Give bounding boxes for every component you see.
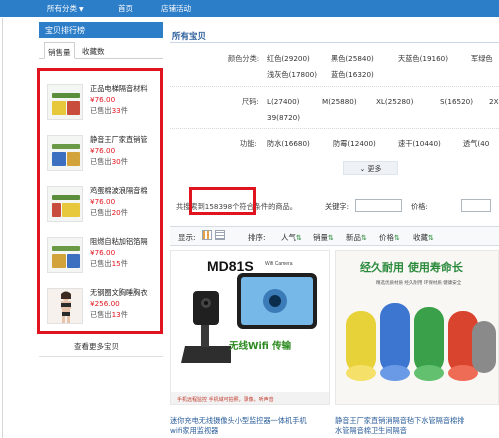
- price-min-input[interactable]: [461, 199, 491, 212]
- ranking-item-sold: 已售出20件: [90, 208, 128, 217]
- ranking-tabs: 销售量 收藏数: [39, 42, 163, 59]
- product-image-foam[interactable]: 经久耐用 使用寿命长 精选优质材质 经久耐用 环保材质 健康安全: [335, 250, 499, 405]
- filter-option-size[interactable]: M(25880): [322, 97, 357, 106]
- model-figure-icon: [61, 291, 71, 323]
- divider: [170, 128, 499, 129]
- product-image-camera[interactable]: MD81S Wifi Camera 无线Wifi 传输 手机远程监控 手机域可拍…: [170, 250, 330, 405]
- product-badge-text: Wifi Camera: [265, 261, 293, 267]
- ranking-item-price: ¥76.00: [90, 197, 116, 206]
- divider: [170, 86, 499, 87]
- ranking-item[interactable]: 鸡蛋棉波浪隔音棉 ¥76.00 已售出20件: [47, 186, 163, 236]
- ranking-item-title[interactable]: 无钢圈文胸睡胸衣: [90, 288, 154, 298]
- keyword-label: 关键字:: [325, 202, 349, 211]
- ranking-title: 宝贝排行榜: [39, 22, 163, 38]
- ranking-item-sold: 已售出33件: [90, 106, 128, 115]
- product-thumbnail[interactable]: [47, 288, 83, 324]
- ranking-item-sold: 已售出30件: [90, 157, 128, 166]
- color-filter-label: 颜色分类:: [228, 54, 260, 63]
- sort-arrow-icon: ⇅: [394, 234, 400, 242]
- divider: [39, 356, 163, 357]
- sort-popularity[interactable]: 人气⇅: [281, 232, 302, 243]
- filter-option-function[interactable]: 防水(16680): [267, 139, 310, 149]
- nav-all-categories[interactable]: 所有分类 ▼: [47, 3, 84, 14]
- view-more-link[interactable]: 查看更多宝贝: [74, 341, 119, 352]
- filter-option-function[interactable]: 透气(40: [463, 139, 489, 149]
- product-title-link[interactable]: 静音王厂家直销消隔音毡下水管隔音棉排 水管隔音棉卫生间隔音: [335, 416, 464, 436]
- sort-arrow-icon: ⇅: [296, 234, 302, 242]
- filter-option-color[interactable]: 浅灰色(17800): [267, 70, 317, 80]
- ranking-item-price: ¥76.00: [90, 95, 116, 104]
- filter-option-color[interactable]: 蓝色(16320): [331, 70, 374, 80]
- sort-label: 排序:: [248, 233, 266, 242]
- product-banner-text: 无线Wifi 传输: [228, 340, 292, 352]
- grid-view-icon[interactable]: [202, 230, 212, 240]
- sort-price[interactable]: 价格⇅: [379, 232, 400, 243]
- ranking-item[interactable]: 无钢圈文胸睡胸衣 ¥256.00 已售出13件: [47, 288, 163, 338]
- keyword-input[interactable]: [355, 199, 402, 212]
- product-thumbnail[interactable]: [47, 135, 83, 171]
- filter-option-size[interactable]: 39(8720): [267, 113, 300, 122]
- sort-arrow-icon: ⇅: [328, 234, 334, 242]
- sort-new[interactable]: 新品⇅: [346, 232, 367, 243]
- highlight-box-count: [189, 187, 256, 215]
- tab-sales[interactable]: 销售量: [44, 42, 75, 59]
- nav-shop-events[interactable]: 店铺活动: [161, 3, 191, 14]
- ranking-item-sold: 已售出15件: [90, 259, 128, 268]
- ranking-item[interactable]: 正品电梯隔音材料 ¥76.00 已售出33件: [47, 84, 163, 134]
- filter-option-color[interactable]: 天蓝色(19160): [398, 54, 448, 64]
- ranking-item-title[interactable]: 阻燃自粘加铝箔隔: [90, 237, 154, 247]
- filter-option-function[interactable]: 速干(10440): [398, 139, 441, 149]
- chevron-down-icon: ⌄: [359, 165, 366, 173]
- product-thumbnail[interactable]: [47, 84, 83, 120]
- product-headline-text: 经久耐用 使用寿命长: [360, 260, 464, 274]
- function-filter-label: 功能:: [240, 139, 257, 148]
- tab-favorites[interactable]: 收藏数: [79, 42, 108, 59]
- sort-favorites[interactable]: 收藏⇅: [413, 232, 434, 243]
- ranking-item[interactable]: 静音王厂家直销管 ¥76.00 已售出30件: [47, 135, 163, 185]
- ranking-item[interactable]: 阻燃自粘加铝箔隔 ¥76.00 已售出15件: [47, 237, 163, 287]
- display-label: 显示:: [178, 233, 196, 242]
- product-thumbnail[interactable]: [47, 186, 83, 222]
- filter-option-color[interactable]: 军绿色: [471, 54, 493, 64]
- more-filters-label: 更多: [367, 165, 382, 173]
- filter-option-color[interactable]: 黑色(25840): [331, 54, 374, 64]
- list-view-icon[interactable]: [215, 230, 225, 240]
- product-title-link[interactable]: 迷你充电无线摄像头小型监控器一体机手机 wifi家用监视器: [170, 416, 307, 436]
- product-sub-text: 精选优质材质 经久耐用 环保材质 健康安全: [376, 279, 462, 286]
- filter-option-size[interactable]: S(16520): [440, 97, 473, 106]
- filter-option-color[interactable]: 红色(29200): [267, 54, 310, 64]
- sort-arrow-icon: ⇅: [361, 234, 367, 242]
- sort-arrow-icon: ⇅: [428, 234, 434, 242]
- filter-option-size[interactable]: XL(25280): [376, 97, 413, 106]
- ranking-item-title[interactable]: 正品电梯隔音材料: [90, 84, 154, 94]
- divider: [170, 42, 499, 43]
- ranking-item-title[interactable]: 鸡蛋棉波浪隔音棉: [90, 186, 154, 196]
- filter-option-function[interactable]: 防霉(12400): [333, 139, 376, 149]
- price-label: 价格:: [411, 202, 428, 211]
- filter-option-size[interactable]: L(27400): [267, 97, 299, 106]
- chevron-down-icon: ▼: [79, 6, 84, 13]
- sort-sales[interactable]: 销量⇅: [313, 232, 334, 243]
- ranking-item-title[interactable]: 静音王厂家直销管: [90, 135, 154, 145]
- ranking-item-price: ¥256.00: [90, 299, 120, 308]
- ranking-item-sold: 已售出13件: [90, 310, 128, 319]
- ranking-item-price: ¥76.00: [90, 248, 116, 257]
- product-thumbnail[interactable]: [47, 237, 83, 273]
- size-filter-label: 尺码:: [242, 97, 259, 106]
- product-tagline-text: 手机远程监控 手机域可拍照，录像，听声音: [177, 396, 274, 403]
- ranking-item-price: ¥76.00: [90, 146, 116, 155]
- page-title: 所有宝贝: [172, 32, 207, 42]
- filter-option-size[interactable]: 2X: [489, 97, 499, 106]
- product-model-text: MD81S: [207, 258, 254, 274]
- top-nav-bar: 所有分类 ▼ 首页 店铺活动: [0, 0, 499, 17]
- nav-all-categories-label: 所有分类: [47, 4, 77, 13]
- more-filters-button[interactable]: ⌄ 更多: [343, 161, 398, 175]
- nav-home[interactable]: 首页: [118, 3, 133, 14]
